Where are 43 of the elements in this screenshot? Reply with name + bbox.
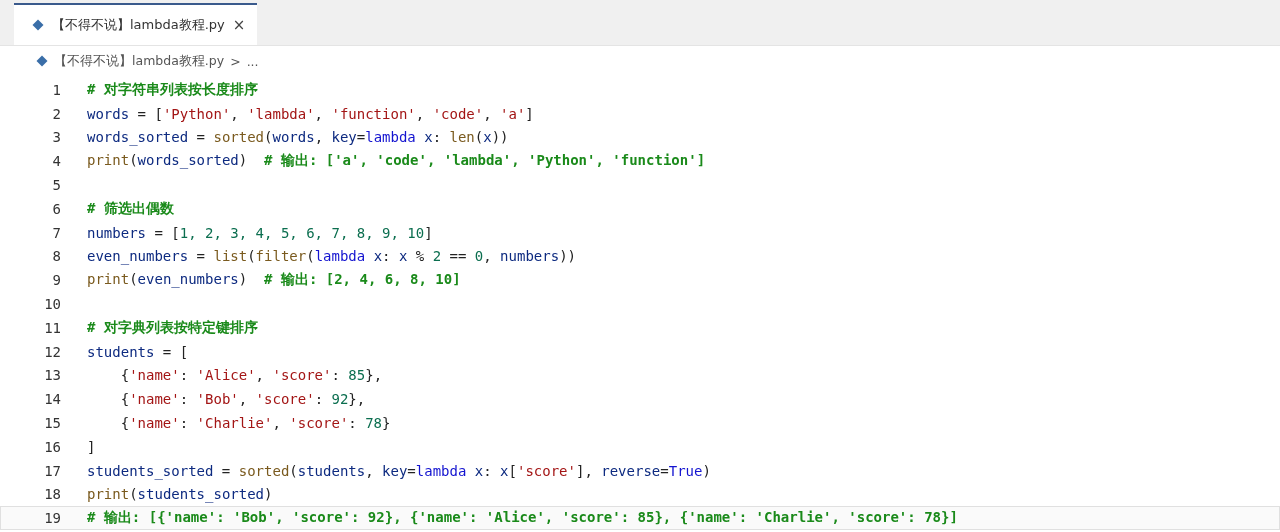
code-line: {'name': 'Bob', 'score': 92}, <box>119 391 366 408</box>
line-number: 7 <box>51 224 62 241</box>
breadcrumb-separator: > <box>230 53 241 69</box>
code-line: {'name': 'Charlie', 'score': 78} <box>119 415 391 432</box>
code-line: # 筛选出偶数 <box>87 199 174 218</box>
code-line: {'name': 'Alice', 'score': 85}, <box>119 367 383 384</box>
line-number: 9 <box>51 272 62 289</box>
line-number: 1 <box>51 81 62 98</box>
line-number: 18 <box>43 486 62 503</box>
line-number: 4 <box>51 153 62 170</box>
editor-tab[interactable]: 【不得不说】lambda教程.py × <box>14 3 258 45</box>
code-line: words = ['Python', 'lambda', 'function', 'code', 'a'] <box>87 105 534 122</box>
line-number: 8 <box>51 248 62 265</box>
code-line: words_sorted = sorted(words, key=lambda x: len(x)) <box>87 129 509 146</box>
line-number: 12 <box>43 343 62 360</box>
line-number: 14 <box>43 391 62 408</box>
line-number: 13 <box>43 367 62 384</box>
code-line: even_numbers = list(filter(lambda x: x % 2 == 0, numbers)) <box>87 248 576 265</box>
file-icon <box>32 19 44 31</box>
code-line: numbers = [1, 2, 3, 4, 5, 6, 7, 8, 9, 10] <box>87 224 433 241</box>
breadcrumb-item[interactable]: ... <box>246 53 259 69</box>
file-icon <box>36 55 48 67</box>
close-icon[interactable]: × <box>232 16 246 34</box>
line-number: 3 <box>51 129 62 146</box>
code-line: print(students_sorted) <box>87 486 273 503</box>
code-line: students = [ <box>87 343 189 360</box>
code-line: # 对字符串列表按长度排序 <box>87 80 258 99</box>
line-number: 11 <box>43 319 62 336</box>
code-line: # 对字典列表按特定键排序 <box>87 318 258 337</box>
line-number: 15 <box>43 415 62 432</box>
code-line: # 输出: [{'name': 'Bob', 'score': 92}, {'name': 'Alice', 'score': 85}, {'name': 'Charlie', 'score': 78}] <box>87 509 958 528</box>
line-number: 19 <box>43 510 62 527</box>
breadcrumb-item[interactable]: 【不得不说】lambda教程.py <box>54 52 225 70</box>
line-number: 17 <box>43 462 62 479</box>
line-number: 16 <box>43 438 62 455</box>
code-line: ] <box>87 438 96 455</box>
code-line: print(even_numbers) # 输出: [2, 4, 6, 8, 10] <box>87 271 461 290</box>
line-number: 2 <box>51 105 62 122</box>
line-number: 5 <box>51 177 62 194</box>
line-number: 10 <box>43 296 62 313</box>
line-number: 6 <box>51 200 62 217</box>
code-line: students_sorted = sorted(students, key=lambda x: x['score'], reverse=True) <box>87 462 711 479</box>
code-line: print(words_sorted) # 输出: ['a', 'code', 'lambda', 'Python', 'function'] <box>87 152 706 171</box>
